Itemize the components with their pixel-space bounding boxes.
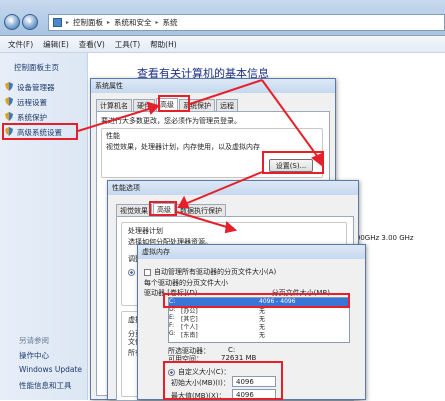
list-item[interactable]: F: [个人] 无 xyxy=(169,322,349,331)
annotation-box-advanced-tab xyxy=(158,95,190,112)
menu-view[interactable]: 查看(V) xyxy=(79,39,105,50)
checkbox-icon xyxy=(144,268,151,276)
breadcrumb-system[interactable]: 系统 xyxy=(163,17,178,28)
performance-label: 性能 xyxy=(106,132,120,140)
tab-computer-name[interactable]: 计算机名 xyxy=(96,99,132,111)
performance-desc: 视觉效果，处理器计划，内存使用，以及虚拟内存 xyxy=(106,143,260,151)
annotation-box-advanced xyxy=(2,123,78,140)
menu-file[interactable]: 文件(F) xyxy=(8,39,33,50)
annotation-box-custom-size xyxy=(163,361,283,400)
list-item[interactable]: E: [其它] 无 xyxy=(169,314,349,323)
list-item[interactable]: G: [东南] 无 xyxy=(169,330,349,339)
annotation-box-perf-advanced-tab xyxy=(149,201,177,216)
menu-help[interactable]: 帮助(H) xyxy=(150,39,177,50)
sidebar-item-device-manager[interactable]: 设备管理器 xyxy=(17,82,55,93)
menu-bar: 文件(F) 编辑(E) 查看(V) 工具(T) 帮助(H) xyxy=(0,36,445,53)
auto-manage-checkbox[interactable]: 自动管理所有驱动器的分页文件大小(A) xyxy=(144,267,276,277)
cpu-scheduling-label: 处理器计划 xyxy=(128,227,163,235)
menu-tools[interactable]: 工具(T) xyxy=(115,39,140,50)
menu-edit[interactable]: 编辑(E) xyxy=(43,39,69,50)
sidebar-item-remote-settings[interactable]: 远程设置 xyxy=(17,97,47,108)
see-also-action-center[interactable]: 操作中心 xyxy=(19,350,49,361)
annotation-box-drive-c xyxy=(163,293,350,308)
shield-icon xyxy=(5,82,13,91)
see-also-heading: 另请参阅 xyxy=(19,336,49,345)
annotation-box-settings xyxy=(262,151,324,174)
control-panel-icon xyxy=(53,18,62,27)
tab-visual-effects[interactable]: 视觉效果 xyxy=(116,204,152,216)
dialog-title: 性能选项 xyxy=(108,181,358,195)
breadcrumb-system-security[interactable]: 系统和安全 xyxy=(114,17,152,28)
radio-icon xyxy=(128,268,135,276)
per-drive-label: 每个驱动器的分页文件大小 xyxy=(144,279,228,287)
back-button[interactable]: ‹ xyxy=(4,14,20,30)
tab-remote[interactable]: 远程 xyxy=(216,99,238,111)
tab-hardware[interactable]: 硬件 xyxy=(133,99,155,111)
tab-dep[interactable]: 数据执行保护 xyxy=(176,204,226,216)
auto-manage-label: 自动管理所有驱动器的分页文件大小(A) xyxy=(154,268,277,276)
dialog-title: 系统属性 xyxy=(91,79,335,93)
see-also-windows-update[interactable]: Windows Update xyxy=(19,365,82,374)
sidebar: 控制面板主页 设备管理器 远程设置 系统保护 高级系统设置 另请参阅 操作中心 … xyxy=(0,53,88,400)
shield-icon xyxy=(5,97,13,106)
shield-icon xyxy=(5,112,13,121)
admin-note: 要进行大多数更改，您必须作为管理员登录。 xyxy=(101,117,241,125)
address-bar[interactable]: ▸ 控制面板 ▸ 系统和安全 ▸ 系统 xyxy=(48,14,445,31)
tab-strip: 计算机名 硬件 高级 系统保护 远程 xyxy=(96,98,335,111)
see-also-performance-tools[interactable]: 性能信息和工具 xyxy=(19,380,72,391)
forward-button[interactable]: › xyxy=(22,14,38,30)
sidebar-item-system-protection[interactable]: 系统保护 xyxy=(17,112,47,123)
breadcrumb-control-panel[interactable]: 控制面板 xyxy=(73,17,103,28)
sidebar-home[interactable]: 控制面板主页 xyxy=(14,62,59,73)
dialog-title: 虚拟内存 xyxy=(138,245,365,259)
